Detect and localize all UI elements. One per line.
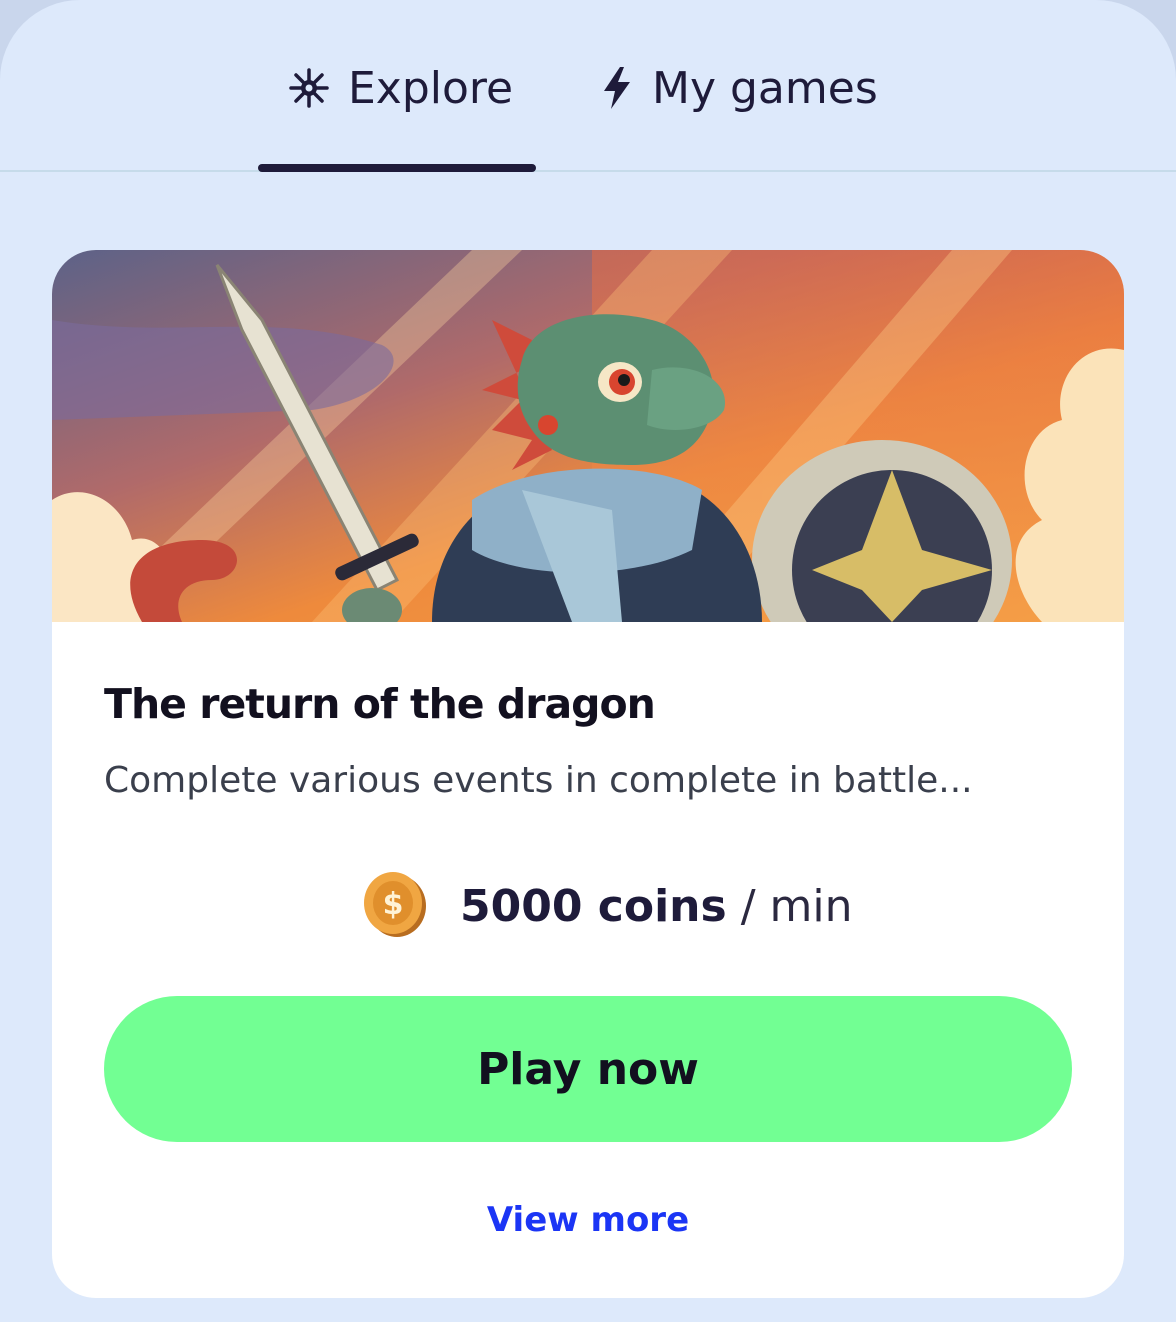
reward-amount: 5000 coins — [460, 880, 727, 932]
play-now-button[interactable]: Play now — [104, 996, 1072, 1142]
reward-rate: $ 5000 coins / min — [362, 866, 853, 946]
tab-bar: Explore My games — [0, 0, 1176, 172]
lightning-icon — [600, 66, 634, 110]
reward-unit: min — [769, 880, 853, 932]
game-description: Complete various events in complete in b… — [104, 760, 973, 801]
coin-icon: $ — [362, 869, 428, 943]
game-hero-image — [52, 250, 1124, 622]
game-title: The return of the dragon — [104, 680, 656, 728]
game-card: The return of the dragon Complete variou… — [52, 250, 1124, 1298]
tab-my-games-label: My games — [652, 62, 878, 114]
app-window: Explore My games The return of the drago… — [0, 0, 1176, 1322]
tab-my-games[interactable]: My games — [600, 58, 878, 118]
active-tab-indicator — [258, 164, 536, 172]
view-more-link[interactable]: View more — [52, 1200, 1124, 1240]
reward-separator: / — [740, 880, 756, 932]
tab-explore[interactable]: Explore — [288, 58, 513, 118]
tab-explore-label: Explore — [348, 62, 514, 114]
svg-text:$: $ — [383, 887, 404, 922]
reward-text: 5000 coins / min — [460, 881, 853, 932]
sparkle-icon — [288, 67, 330, 109]
